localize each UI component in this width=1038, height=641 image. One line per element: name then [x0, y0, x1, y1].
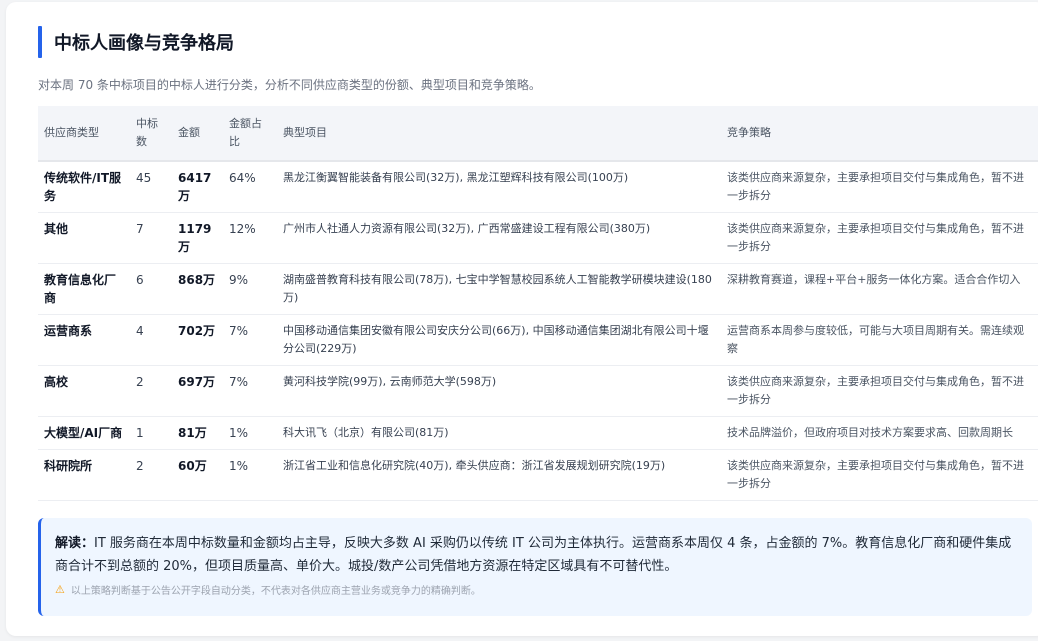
cell-share: 7% [223, 365, 277, 417]
cell-projects: 广州市人社通人力资源有限公司(32万), 广西常盛建设工程有限公司(380万) [277, 212, 721, 264]
cell-count: 2 [130, 449, 172, 501]
cell-amount: 81万 [172, 416, 223, 450]
cell-projects: 黄河科技学院(99万), 云南师范大学(598万) [277, 365, 721, 417]
cell-count: 6 [130, 263, 172, 315]
insight-note: 解读：IT 服务商在本周中标数量和金额均占主导，反映大多数 AI 采购仍以传统 … [38, 518, 1032, 616]
cell-type: 其他 [38, 212, 130, 264]
cell-strategy: 深耕教育赛道，课程+平台+服务一体化方案。适合合作切入 [721, 263, 1038, 315]
cell-type: 高校 [38, 365, 130, 417]
cell-share: 9% [223, 263, 277, 315]
section-title: 中标人画像与竞争格局 [54, 33, 234, 54]
title-accent-bar [38, 26, 42, 58]
cell-count: 2 [130, 365, 172, 417]
table-row: 传统软件/IT服务 45 6417万 64% 黑龙江衡翼智能装备有限公司(32万… [38, 161, 1038, 213]
cell-strategy: 技术品牌溢价，但政府项目对技术方案要求高、回款周期长 [721, 416, 1038, 450]
cell-type: 教育信息化厂商 [38, 263, 130, 315]
note-label: 解读： [55, 536, 95, 551]
cell-count: 4 [130, 314, 172, 366]
cell-count: 45 [130, 161, 172, 213]
cell-share: 64% [223, 161, 277, 213]
cell-amount: 697万 [172, 365, 223, 417]
cell-amount: 1179万 [172, 212, 223, 264]
header-share: 金额占比 [223, 106, 277, 162]
cell-type: 传统软件/IT服务 [38, 161, 130, 213]
cell-type: 科研院所 [38, 449, 130, 501]
cell-amount: 6417万 [172, 161, 223, 213]
table-row: 教育信息化厂商 6 868万 9% 湖南盛普教育科技有限公司(78万), 七宝中… [38, 263, 1038, 315]
cell-projects: 黑龙江衡翼智能装备有限公司(32万), 黑龙江塑辉科技有限公司(100万) [277, 161, 721, 213]
cell-strategy: 运营商系本周参与度较低，可能与大项目周期有关。需连续观察 [721, 314, 1038, 366]
table-row: 高校 2 697万 7% 黄河科技学院(99万), 云南师范大学(598万) 该… [38, 365, 1038, 417]
cell-share: 7% [223, 314, 277, 366]
cell-projects: 中国移动通信集团安徽有限公司安庆分公司(66万), 中国移动通信集团湖北有限公司… [277, 314, 721, 366]
cell-share: 1% [223, 416, 277, 450]
header-type: 供应商类型 [38, 106, 130, 162]
table-row: 运营商系 4 702万 7% 中国移动通信集团安徽有限公司安庆分公司(66万),… [38, 314, 1038, 366]
note-body: 解读：IT 服务商在本周中标数量和金额均占主导，反映大多数 AI 采购仍以传统 … [55, 532, 1014, 578]
cell-type: 运营商系 [38, 314, 130, 366]
header-amount: 金额 [172, 106, 223, 162]
cell-count: 7 [130, 212, 172, 264]
note-disclaimer: 以上策略判断基于公告公开字段自动分类，不代表对各供应商主营业务或竞争力的精确判断… [70, 586, 481, 597]
header-strategy: 竞争策略 [721, 106, 1038, 162]
note-footer: ⚠ 以上策略判断基于公告公开字段自动分类，不代表对各供应商主营业务或竞争力的精确… [55, 582, 1014, 597]
section-header: 中标人画像与竞争格局 [38, 26, 234, 58]
cell-share: 12% [223, 212, 277, 264]
cell-strategy: 该类供应商来源复杂，主要承担项目交付与集成角色，暂不进一步拆分 [721, 161, 1038, 213]
cell-strategy: 该类供应商来源复杂，主要承担项目交付与集成角色，暂不进一步拆分 [721, 365, 1038, 417]
cell-type: 大模型/AI厂商 [38, 416, 130, 450]
cell-projects: 湖南盛普教育科技有限公司(78万), 七宝中学智慧校园系统人工智能教学研模块建设… [277, 263, 721, 315]
cell-count: 1 [130, 416, 172, 450]
cell-projects: 浙江省工业和信息化研究院(40万), 牵头供应商：浙江省发展规划研究院(19万) [277, 449, 721, 501]
table-row: 大模型/AI厂商 1 81万 1% 科大讯飞（北京）有限公司(81万) 技术品牌… [38, 416, 1038, 450]
header-projects: 典型项目 [277, 106, 721, 162]
cell-strategy: 该类供应商来源复杂，主要承担项目交付与集成角色，暂不进一步拆分 [721, 449, 1038, 501]
cell-strategy: 该类供应商来源复杂，主要承担项目交付与集成角色，暂不进一步拆分 [721, 212, 1038, 264]
header-count: 中标数 [130, 106, 172, 162]
table-row: 科研院所 2 60万 1% 浙江省工业和信息化研究院(40万), 牵头供应商：浙… [38, 449, 1038, 501]
competition-card: 中标人画像与竞争格局 对本周 70 条中标项目的中标人进行分类，分析不同供应商类… [6, 2, 1038, 636]
cell-projects: 科大讯飞（北京）有限公司(81万) [277, 416, 721, 450]
cell-amount: 60万 [172, 449, 223, 501]
table-header-row: 供应商类型 中标数 金额 金额占比 典型项目 竞争策略 [38, 106, 1038, 162]
cell-share: 1% [223, 449, 277, 501]
table-row: 其他 7 1179万 12% 广州市人社通人力资源有限公司(32万), 广西常盛… [38, 212, 1038, 264]
warning-icon: ⚠ [55, 583, 65, 596]
section-description: 对本周 70 条中标项目的中标人进行分类，分析不同供应商类型的份额、典型项目和竞… [38, 78, 541, 92]
cell-amount: 702万 [172, 314, 223, 366]
supplier-table: 供应商类型 中标数 金额 金额占比 典型项目 竞争策略 传统软件/IT服务 45… [38, 106, 1038, 501]
note-text: IT 服务商在本周中标数量和金额均占主导，反映大多数 AI 采购仍以传统 IT … [55, 536, 1012, 574]
cell-amount: 868万 [172, 263, 223, 315]
